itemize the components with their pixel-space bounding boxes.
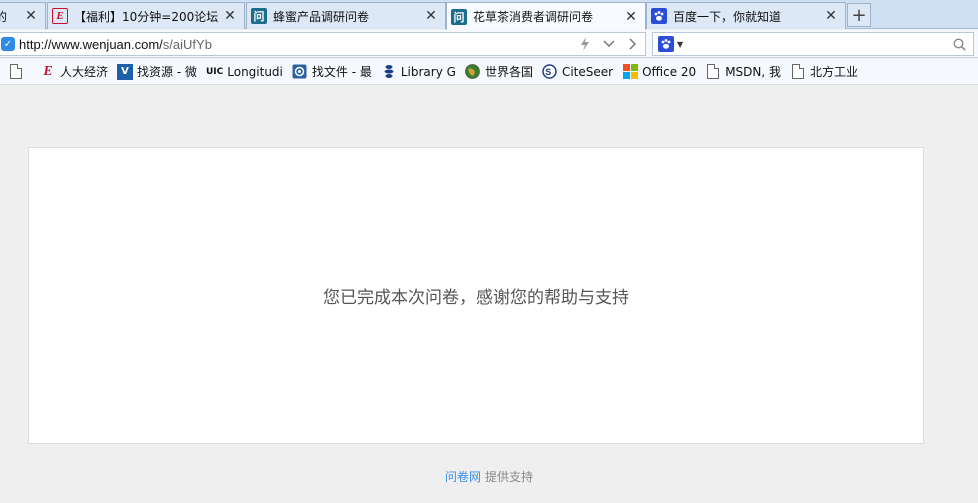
svg-text:S: S (546, 67, 552, 77)
caret-down-icon[interactable]: ▼ (677, 40, 683, 49)
bookmark-label: 北方工业 (810, 65, 859, 79)
wenjuan-icon: 问 (251, 8, 267, 24)
bookmark-label: MSDN, 我 (725, 65, 782, 79)
footer-text: 提供支持 (485, 470, 534, 484)
page-icon (705, 64, 721, 80)
uic-logo-icon: UIC (205, 66, 224, 77)
citeseer-icon: S (542, 64, 558, 80)
url-path: s/aiUfYb (162, 36, 212, 52)
bookmark-item[interactable]: UIC Longitudi (206, 64, 283, 80)
close-icon[interactable]: ✕ (23, 8, 39, 24)
tab-label: 【福利】10分钟=200论坛 (74, 9, 219, 24)
url-text[interactable]: http://www.wenjuan.com/s/aiUfYb (19, 37, 212, 52)
bookmark-label: Library G (400, 64, 456, 79)
v-logo-icon: V (117, 63, 134, 80)
tab-strip: 的 ✕ E 【福利】10分钟=200论坛 ✕ 问 蜂蜜产品调研问卷 ✕ 问 花草… (0, 0, 978, 30)
baidu-paw-icon[interactable] (658, 36, 674, 52)
tab-4[interactable]: 百度一下，你就知道 ✕ (646, 2, 846, 29)
page-content: 您已完成本次问卷，感谢您的帮助与支持 问卷网 提供支持 (0, 86, 978, 503)
url-host: http://www.wenjuan.com/ (19, 36, 163, 52)
bookmark-label: 找资源 - 微 (137, 65, 197, 79)
bookmark-item[interactable]: 找文件 - 最 (292, 63, 372, 80)
wenjuan-icon: 问 (451, 8, 467, 25)
tab-label: 蜂蜜产品调研问卷 (273, 9, 370, 24)
tab-label: 百度一下，你就知道 (673, 9, 782, 24)
completion-message: 您已完成本次问卷，感谢您的帮助与支持 (323, 288, 629, 308)
bookmark-item[interactable]: Office 20 (622, 64, 696, 80)
tab-0[interactable]: 的 ✕ (0, 2, 46, 29)
close-icon[interactable]: ✕ (623, 9, 639, 25)
close-icon[interactable]: ✕ (423, 8, 439, 24)
tab-label: 花草茶消费者调研问卷 (473, 10, 594, 24)
search-box[interactable]: ▼ (652, 32, 974, 56)
bookmark-label: Office 20 (642, 64, 697, 79)
bookmark-label: Longitudi (227, 64, 283, 79)
new-tab-button[interactable]: + (847, 3, 871, 27)
tab-2[interactable]: 问 蜂蜜产品调研问卷 ✕ (246, 2, 446, 29)
bookmark-label: 找文件 - 最 (311, 65, 372, 79)
address-bar[interactable]: ✓ http://www.wenjuan.com/s/aiUfYb (0, 32, 646, 56)
e-logo-icon: E (52, 8, 68, 24)
windows-logo-icon (622, 64, 638, 80)
footer-brand-link[interactable]: 问卷网 (445, 470, 481, 484)
bookmark-item[interactable]: 北方工业 (790, 63, 858, 80)
chevron-right-icon[interactable] (623, 35, 643, 53)
page-icon (790, 64, 806, 80)
search-icon[interactable] (951, 36, 967, 52)
baidu-paw-icon (651, 8, 667, 24)
bookmarks-bar: E 人大经济 V 找资源 - 微 UIC Longitudi 找文件 - 最 L… (0, 59, 978, 85)
page-icon (8, 64, 24, 80)
tab-label: 的 (0, 8, 23, 25)
footer: 问卷网 提供支持 (0, 468, 978, 485)
bookmark-item[interactable]: E 人大经济 (40, 63, 108, 80)
bookmark-label: CiteSeer (561, 64, 614, 79)
bookmark-item[interactable]: 世界各国 (465, 63, 533, 80)
tab-3[interactable]: 问 花草茶消费者调研问卷 ✕ (446, 2, 646, 30)
chevron-down-icon[interactable] (599, 35, 619, 53)
bookmark-item[interactable]: V 找资源 - 微 (117, 63, 197, 80)
close-icon[interactable]: ✕ (823, 8, 839, 24)
library-icon (381, 64, 397, 80)
close-icon[interactable]: ✕ (222, 8, 238, 24)
search-input[interactable] (689, 34, 951, 54)
bookmark-item[interactable]: Library G (381, 64, 456, 80)
globe-icon (465, 64, 481, 80)
bookmark-item[interactable]: S CiteSeer (542, 64, 613, 80)
tab-1[interactable]: E 【福利】10分钟=200论坛 ✕ (47, 2, 245, 29)
completion-card: 您已完成本次问卷，感谢您的帮助与支持 (28, 147, 924, 444)
bookmark-label: 人大经济 (60, 65, 109, 79)
target-icon (292, 64, 308, 80)
lightning-icon[interactable] (575, 35, 595, 53)
shield-icon: ✓ (1, 37, 15, 51)
bookmark-item[interactable]: MSDN, 我 (705, 63, 781, 80)
bookmark-item[interactable] (8, 64, 28, 80)
e-logo-icon: E (43, 63, 53, 79)
navigation-bar: ✓ http://www.wenjuan.com/s/aiUfYb ▼ (0, 30, 978, 58)
bookmark-label: 世界各国 (484, 65, 533, 79)
